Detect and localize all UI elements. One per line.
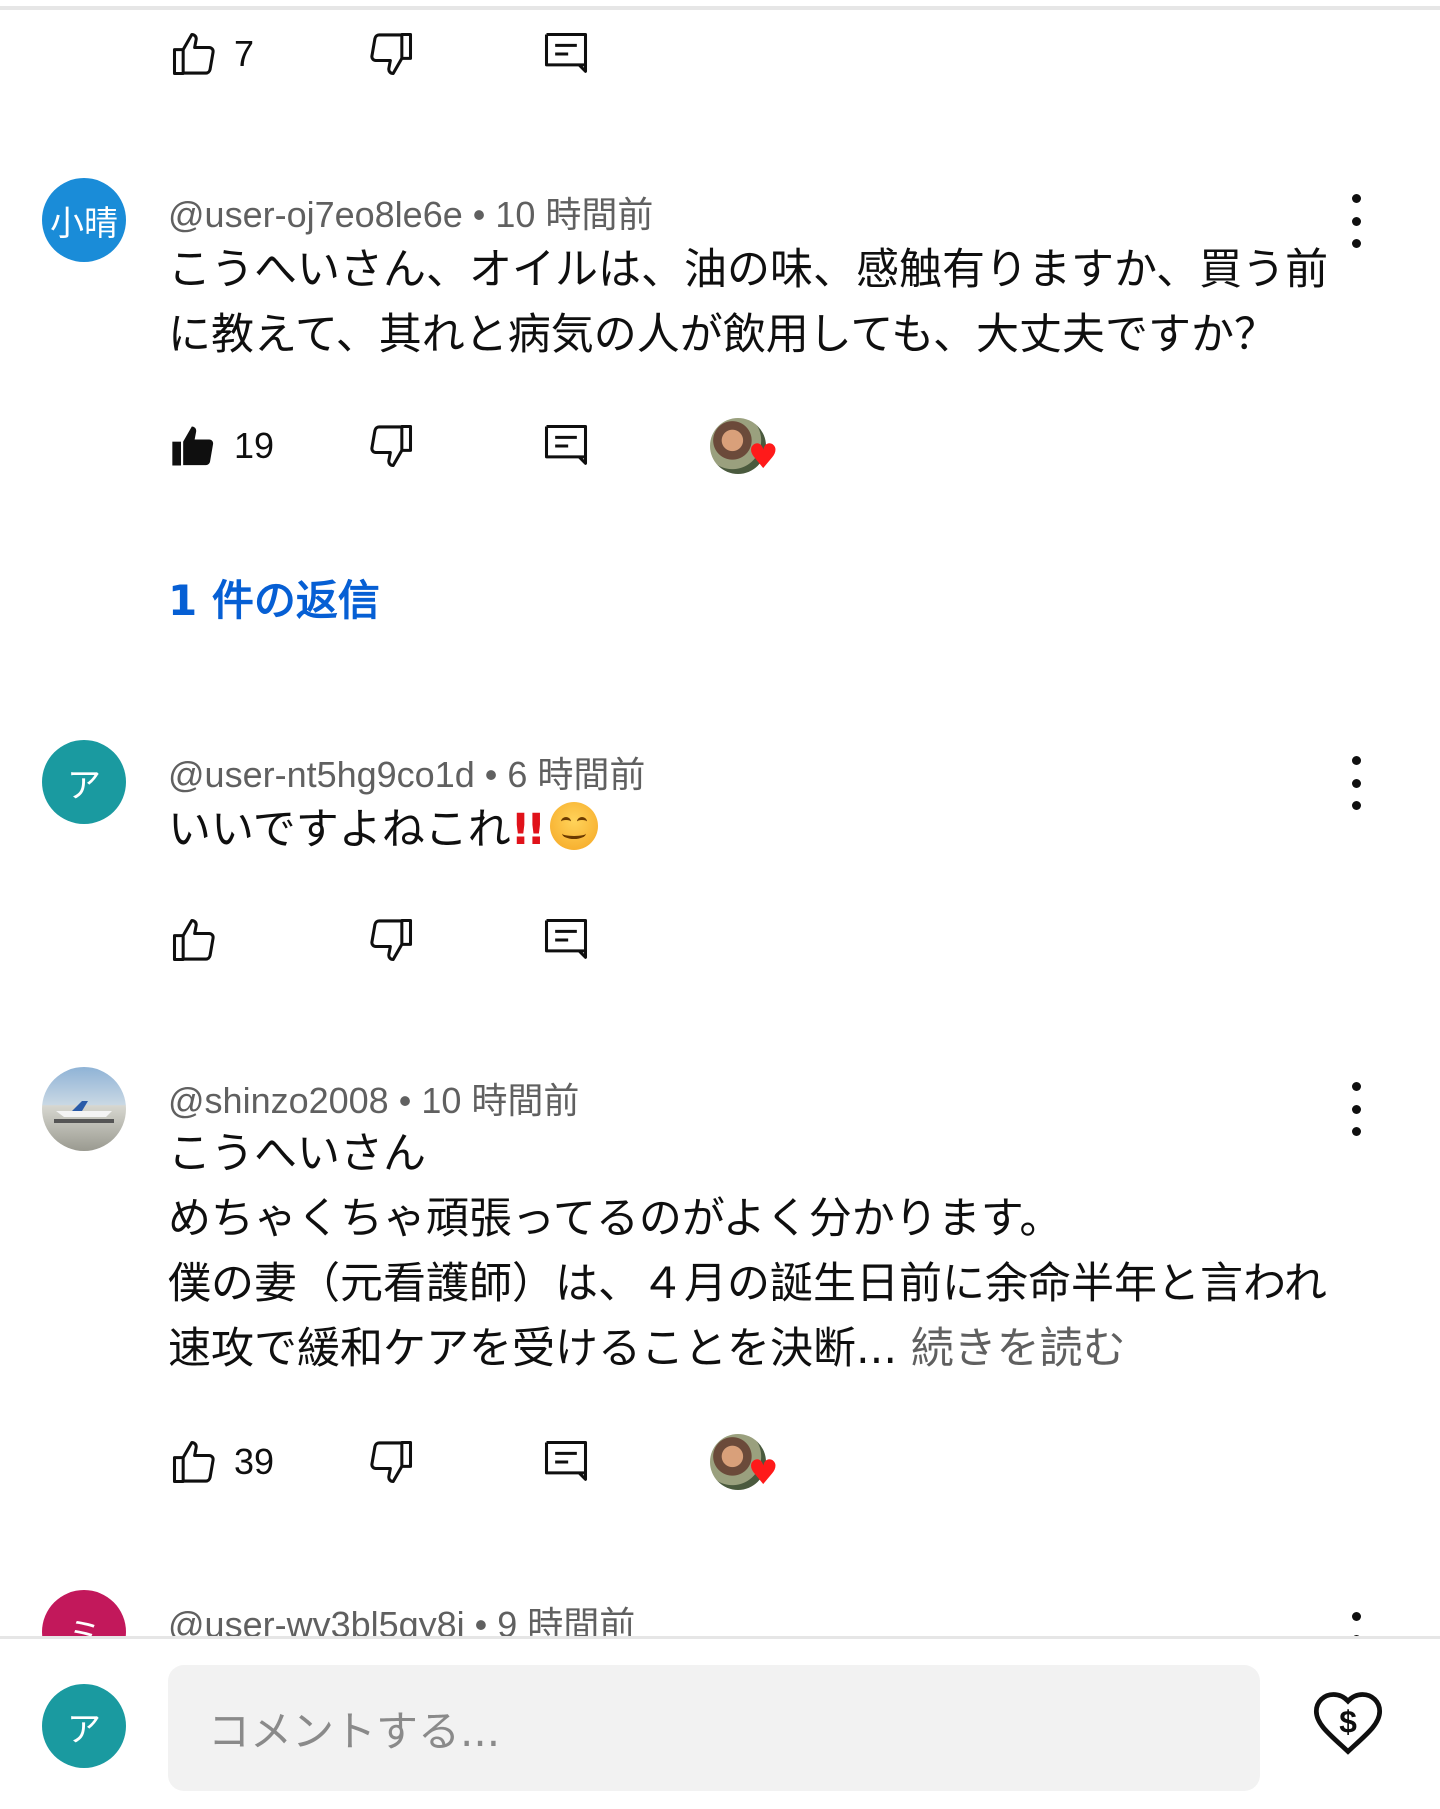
- comment-author[interactable]: @user-nt5hg9co1d: [168, 754, 475, 795]
- thumb-down-icon: [370, 1440, 413, 1484]
- comment-line: に教えて、其れと病気の人が飲用しても、大丈夫ですか？: [168, 310, 1277, 360]
- svg-text:$: $: [1339, 1704, 1357, 1740]
- comment-text: こうへいさん めちゃくちゃ頑張ってるのがよく分かります。 僕の妻（元看護師）は、…: [168, 1122, 1327, 1382]
- creator-heart-icon: ♥: [748, 437, 779, 477]
- reply-button[interactable]: [540, 22, 592, 86]
- avatar-text: ア: [67, 765, 101, 806]
- like-button[interactable]: 19: [168, 414, 274, 478]
- comment-input[interactable]: コメントする...: [168, 1665, 1260, 1791]
- more-vert-icon[interactable]: [1344, 194, 1368, 248]
- more-vert-icon[interactable]: [1344, 756, 1368, 810]
- like-count: 19: [234, 425, 275, 466]
- avatar[interactable]: 小晴: [42, 178, 126, 262]
- my-avatar[interactable]: ア: [42, 1684, 126, 1768]
- comment-line: こうへいさん: [168, 1129, 426, 1179]
- comment-line: いいですよねこれ: [168, 805, 511, 855]
- reply-icon: [544, 918, 588, 959]
- comment-line: めちゃくちゃ頑張ってるのがよく分かります。: [168, 1194, 1063, 1244]
- comment-time: 10 時間前: [495, 194, 654, 235]
- thumb-up-icon: [172, 918, 215, 962]
- comment-text: いいですよねこれ!!: [168, 798, 598, 863]
- comment-author[interactable]: @shinzo2008: [168, 1080, 389, 1121]
- dislike-button[interactable]: [365, 22, 417, 86]
- avatar[interactable]: ア: [42, 740, 126, 824]
- more-vert-icon[interactable]: [1344, 1082, 1368, 1136]
- comment-actions: 39 ♥: [0, 1430, 1440, 1494]
- comment-line: こうへいさん、オイルは、油の味、感触有りますか、買う前: [168, 245, 1329, 295]
- like-count: 39: [234, 1441, 275, 1482]
- like-button[interactable]: 7: [168, 22, 254, 86]
- comment-author[interactable]: @user-oj7eo8le6e: [168, 194, 463, 235]
- reply-button[interactable]: [540, 908, 592, 972]
- comment-time: 10 時間前: [421, 1080, 580, 1121]
- reply-icon: [544, 32, 588, 73]
- comment-meta: @user-nt5hg9co1d • 6 時間前: [168, 746, 645, 798]
- comment-actions: 19 ♥: [0, 414, 1440, 478]
- reply-icon: [544, 424, 588, 465]
- creator-heart: ♥: [710, 1430, 786, 1494]
- thumb-up-icon: [172, 1440, 215, 1484]
- comment-placeholder: コメントする...: [208, 1706, 501, 1756]
- avatar[interactable]: [42, 1067, 126, 1151]
- comment-line-text: 速攻で緩和ケアを受けることを決断...: [168, 1324, 898, 1374]
- smiling-face-emoji: [549, 802, 598, 850]
- prev-comment-actions: 7: [0, 22, 1440, 86]
- reply-button[interactable]: [540, 1430, 592, 1494]
- read-more-link[interactable]: 続きを読む: [911, 1324, 1126, 1374]
- thumb-up-icon: [172, 32, 215, 76]
- comment-meta: @user-oj7eo8le6e • 10 時間前: [168, 186, 653, 238]
- comment-text: こうへいさん、オイルは、油の味、感触有りますか、買う前 に教えて、其れと病気の人…: [168, 238, 1328, 368]
- dislike-button[interactable]: [365, 414, 417, 478]
- avatar-text: ア: [67, 1709, 101, 1750]
- separator-dot: •: [484, 754, 498, 795]
- creator-heart-icon: ♥: [748, 1453, 779, 1493]
- dislike-button[interactable]: [365, 908, 417, 972]
- reply-button[interactable]: [540, 414, 592, 478]
- separator-dot: •: [398, 1080, 412, 1121]
- like-count: 7: [234, 33, 255, 74]
- dislike-button[interactable]: [365, 1430, 417, 1494]
- comment-actions: [0, 908, 1440, 972]
- creator-heart: ♥: [710, 414, 786, 478]
- double-exclamation-emoji: !!: [510, 805, 546, 855]
- thumb-down-icon: [370, 424, 413, 468]
- comment-composer: ア コメントする... $: [0, 1636, 1440, 1809]
- like-button[interactable]: [168, 908, 220, 972]
- thumb-down-icon: [370, 918, 413, 962]
- comment-time: 6 時間前: [507, 754, 646, 795]
- top-divider: [0, 6, 1440, 10]
- view-replies-link[interactable]: 1 件の返信: [168, 567, 380, 628]
- thumb-down-icon: [370, 32, 413, 76]
- comment-line: 僕の妻（元看護師）は、４月の誕生日前に余命半年と言われ: [168, 1259, 1327, 1309]
- thumb-up-filled-icon: [172, 426, 214, 466]
- comment-meta: @shinzo2008 • 10 時間前: [168, 1072, 579, 1124]
- like-button[interactable]: 39: [168, 1430, 274, 1494]
- avatar-text: 小晴: [50, 203, 118, 244]
- airplane-photo: [54, 1101, 114, 1123]
- comment-line: 速攻で緩和ケアを受けることを決断... 続きを読む: [168, 1317, 1327, 1382]
- separator-dot: •: [472, 194, 486, 235]
- super-thanks-icon[interactable]: $: [1310, 1685, 1386, 1761]
- reply-icon: [544, 1440, 588, 1481]
